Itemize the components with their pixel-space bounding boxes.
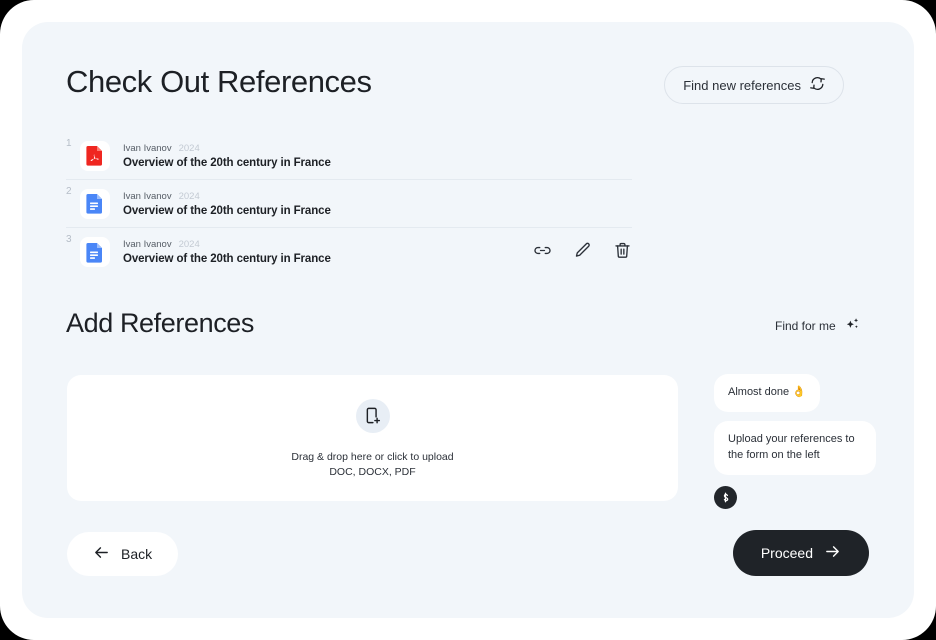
edit-pencil-icon	[573, 241, 592, 263]
reference-title: Overview of the 20th century in France	[123, 253, 331, 265]
reference-text: Ivan Ivanov 2024 Overview of the 20th ce…	[123, 191, 331, 217]
link-button[interactable]	[533, 241, 552, 263]
reference-author: Ivan Ivanov	[123, 239, 172, 250]
back-button[interactable]: Back	[67, 532, 179, 576]
reference-year: 2024	[178, 190, 200, 202]
reference-meta: Ivan Ivanov 2024	[123, 191, 331, 202]
references-list: 1 Ivan Ivanov 2024 Overview of the 20th …	[66, 132, 632, 276]
avatar	[714, 485, 737, 509]
back-button-label: Back	[121, 546, 153, 562]
reference-year: 2024	[178, 142, 200, 154]
arrow-left-icon	[93, 544, 110, 564]
trash-icon	[613, 241, 632, 263]
dropzone-formats-text: DOC, DOCX, PDF	[329, 465, 416, 478]
proceed-button[interactable]: Proceed	[732, 530, 869, 576]
link-icon	[533, 241, 552, 263]
arrow-right-icon	[824, 543, 841, 563]
file-plus-icon	[355, 398, 390, 433]
row-index: 2	[66, 186, 72, 197]
assistant-message: Almost done 👌	[714, 374, 820, 412]
proceed-button-label: Proceed	[760, 545, 813, 561]
page-title: Check Out References	[66, 64, 372, 99]
sparkles-icon	[844, 316, 861, 336]
edit-button[interactable]	[573, 241, 592, 263]
reference-author: Ivan Ivanov	[123, 190, 172, 202]
reference-meta: Ivan Ivanov 2024	[123, 239, 331, 250]
delete-button[interactable]	[613, 241, 632, 263]
doc-file-icon	[80, 237, 110, 267]
find-for-me-label: Find for me	[775, 319, 836, 333]
refresh-icon	[810, 76, 825, 94]
assistant-panel: Almost done 👌 Upload your references to …	[714, 374, 876, 509]
reference-author: Ivan Ivanov	[123, 142, 172, 154]
row-actions	[533, 241, 632, 263]
table-row[interactable]: 3 Ivan Ivanov 2024 Overview of the 20th …	[66, 228, 632, 276]
file-upload-dropzone[interactable]: Drag & drop here or click to upload DOC,…	[67, 375, 678, 501]
reference-text: Ivan Ivanov 2024 Overview of the 20th ce…	[123, 143, 331, 169]
doc-file-icon	[80, 188, 110, 219]
find-for-me-button[interactable]: Find for me	[775, 316, 861, 336]
table-row[interactable]: 1 Ivan Ivanov 2024 Overview of the 20th …	[66, 132, 632, 180]
find-new-references-button[interactable]: Find new references	[664, 66, 844, 104]
reference-title: Overview of the 20th century in France	[123, 156, 331, 169]
add-references-title: Add References	[66, 308, 255, 338]
row-index: 3	[66, 234, 72, 245]
find-new-references-label: Find new references	[683, 77, 801, 93]
reference-text: Ivan Ivanov 2024 Overview of the 20th ce…	[123, 239, 331, 265]
assistant-message: Upload your references to the form on th…	[714, 420, 876, 475]
dropzone-primary-text: Drag & drop here or click to upload	[291, 450, 454, 463]
app-window: Check Out References Find new references…	[0, 0, 936, 640]
reference-meta: Ivan Ivanov 2024	[123, 143, 331, 154]
table-row[interactable]: 2 Ivan Ivanov 2024 Overview of the 20th …	[66, 180, 632, 228]
reference-title: Overview of the 20th century in France	[123, 204, 331, 217]
reference-year: 2024	[178, 239, 200, 250]
content-panel: Check Out References Find new references…	[22, 22, 914, 618]
row-index: 1	[66, 138, 72, 149]
pdf-file-icon	[80, 140, 110, 171]
